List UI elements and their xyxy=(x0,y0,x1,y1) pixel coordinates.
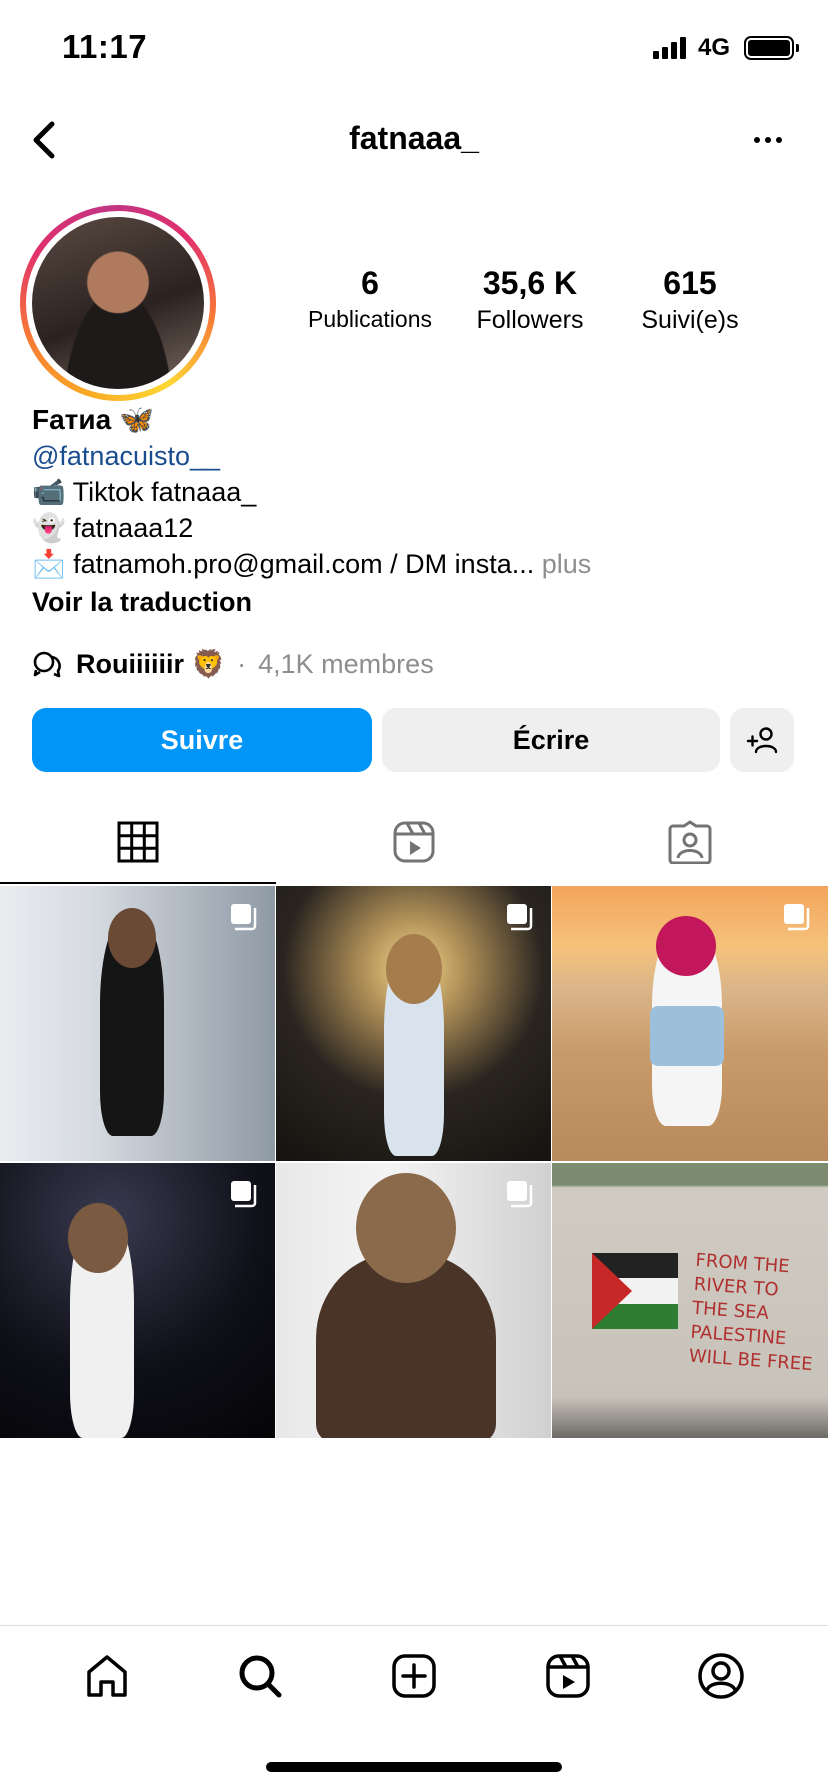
post-thumbnail[interactable] xyxy=(552,886,828,1161)
following-count: 615 xyxy=(663,265,717,301)
nav-profile[interactable] xyxy=(691,1646,751,1706)
post-thumbnail[interactable] xyxy=(276,886,551,1161)
profile-actions: Suivre Écrire xyxy=(32,708,796,772)
profile-stats: 6 Publications 35,6 K Followers 615 Suiv… xyxy=(290,265,770,335)
tab-reels[interactable] xyxy=(276,800,552,884)
nav-create[interactable] xyxy=(384,1646,444,1706)
bio-line-email: 📩 fatnamoh.pro@gmail.com / DM insta... p… xyxy=(32,549,592,579)
community-channel[interactable]: Rouiiiiiir 🦁 · 4,1K membres xyxy=(32,648,434,680)
home-icon xyxy=(87,1654,127,1697)
signal-icon xyxy=(652,37,686,59)
home-indicator[interactable] xyxy=(266,1762,562,1772)
graffiti-text: FROM THE RIVER TO THE SEA PALESTINE WILL… xyxy=(688,1249,814,1376)
translate-link[interactable]: Voir la traduction xyxy=(32,584,802,620)
profile-bio: Fатиа 🦋 @fatnacuisto__ 📹 Tiktok fatnaaa_… xyxy=(32,402,802,620)
post-thumbnail[interactable] xyxy=(0,886,275,1161)
follow-button[interactable]: Suivre xyxy=(32,708,372,772)
post-thumbnail[interactable] xyxy=(276,1163,551,1438)
network-label: 4G xyxy=(697,34,730,61)
stat-following[interactable]: 615 Suivi(e)s xyxy=(610,265,770,335)
community-separator: · xyxy=(237,648,247,679)
bottom-navigation xyxy=(0,1625,828,1725)
publications-count: 6 xyxy=(361,265,379,301)
ghost-emoji-icon: 👻 xyxy=(32,513,66,543)
message-button[interactable]: Écrire xyxy=(382,708,720,772)
search-icon xyxy=(239,1655,282,1697)
status-indicators: 4G xyxy=(652,34,799,62)
reels-icon xyxy=(545,1653,590,1698)
tagged-icon xyxy=(668,820,712,864)
stat-followers[interactable]: 35,6 K Followers xyxy=(450,265,610,335)
bio-line-tiktok: 📹 Tiktok fatnaaa_ xyxy=(32,477,257,507)
more-icon xyxy=(754,137,760,143)
nav-home[interactable] xyxy=(77,1646,137,1706)
display-name: Fатиа 🦋 xyxy=(32,404,154,435)
posts-grid: FROM THE RIVER TO THE SEA PALESTINE WILL… xyxy=(0,886,828,1438)
multi-photo-icon xyxy=(231,1181,257,1208)
status-time: 11:17 xyxy=(62,28,148,65)
reels-icon xyxy=(393,821,435,863)
avatar xyxy=(32,217,204,389)
profile-tabs xyxy=(0,800,828,884)
bio-more-link[interactable]: plus xyxy=(542,549,592,579)
multi-photo-icon xyxy=(507,1181,533,1208)
bio-handle-link[interactable]: @fatnacuisto__ xyxy=(32,438,802,474)
battery-icon xyxy=(744,36,799,60)
publications-label: Publications xyxy=(307,306,433,332)
post-thumbnail[interactable]: FROM THE RIVER TO THE SEA PALESTINE WILL… xyxy=(552,1163,828,1438)
camera-emoji-icon: 📹 xyxy=(32,477,66,507)
profile-username: fatnaaa_ xyxy=(349,120,479,156)
followers-label: Followers xyxy=(476,306,584,334)
add-user-icon xyxy=(746,727,778,754)
suggested-users-button[interactable] xyxy=(730,708,794,772)
more-options-button[interactable] xyxy=(744,118,792,162)
stat-publications[interactable]: 6 Publications xyxy=(290,265,450,335)
chat-bubbles-icon xyxy=(33,651,61,678)
community-members: 4,1K membres xyxy=(258,648,434,679)
post-thumbnail[interactable] xyxy=(0,1163,275,1438)
followers-count: 35,6 K xyxy=(482,265,578,301)
profile-icon xyxy=(698,1652,744,1699)
tab-tagged[interactable] xyxy=(552,800,828,884)
flag-graffiti xyxy=(592,1253,678,1329)
bio-line-snapchat: 👻 fatnaaa12 xyxy=(32,513,194,543)
nav-reels[interactable] xyxy=(538,1646,598,1706)
grid-icon xyxy=(117,821,159,863)
multi-photo-icon xyxy=(507,904,533,931)
plus-square-icon xyxy=(392,1653,436,1698)
multi-photo-icon xyxy=(784,904,810,931)
story-ring[interactable] xyxy=(20,205,216,401)
following-label: Suivi(e)s xyxy=(641,306,739,334)
status-bar: 11:17 4G xyxy=(0,0,828,100)
nav-search[interactable] xyxy=(230,1646,290,1706)
profile-header: fatnaaa_ xyxy=(0,110,828,170)
envelope-emoji-icon: 📩 xyxy=(32,549,66,579)
community-name: Rouiiiiiir 🦁 xyxy=(76,649,226,679)
tab-grid[interactable] xyxy=(0,800,276,884)
multi-photo-icon xyxy=(231,904,257,931)
